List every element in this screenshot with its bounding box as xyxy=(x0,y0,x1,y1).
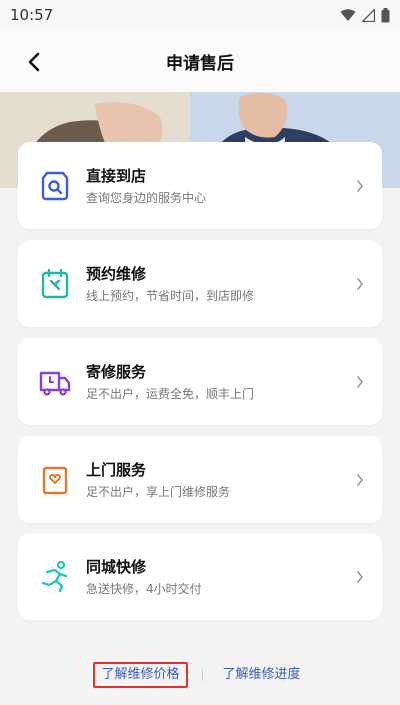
service-card-mail-in[interactable]: 寄修服务 足不出户，运费全免，顺丰上门 xyxy=(18,338,382,425)
card-title: 同城快修 xyxy=(86,557,147,576)
wifi-icon xyxy=(340,8,356,21)
card-title: 寄修服务 xyxy=(86,362,147,381)
running-courier-icon xyxy=(38,560,72,594)
home-service-icon xyxy=(38,463,72,497)
status-icons xyxy=(340,7,390,23)
status-time: 10:57 xyxy=(10,6,54,24)
chevron-right-icon xyxy=(354,473,366,486)
battery-icon xyxy=(381,7,390,22)
calendar-wrench-icon xyxy=(38,267,72,301)
chevron-right-icon xyxy=(354,277,366,290)
chevron-right-icon xyxy=(354,375,366,388)
repair-price-link[interactable]: 了解维修价格 xyxy=(93,662,188,688)
back-arrow-icon xyxy=(28,52,40,72)
card-text: 同城快修 急送快修，4小时交付 xyxy=(86,557,354,597)
page-title: 申请售后 xyxy=(166,53,234,74)
card-title: 预约维修 xyxy=(86,264,147,283)
store-search-icon xyxy=(38,169,72,203)
signal-icon xyxy=(362,8,375,22)
card-title: 直接到店 xyxy=(86,166,147,185)
chevron-right-icon xyxy=(354,179,366,192)
back-button[interactable] xyxy=(20,48,48,76)
card-subtitle: 急送快修，4小时交付 xyxy=(86,581,202,596)
footer-divider xyxy=(201,669,203,681)
service-card-home-service[interactable]: 上门服务 足不出户，享上门维修服务 xyxy=(18,436,382,523)
service-card-express-repair[interactable]: 同城快修 急送快修，4小时交付 xyxy=(18,533,382,620)
delivery-truck-icon xyxy=(38,365,72,399)
card-text: 直接到店 查询您身边的服务中心 xyxy=(86,166,354,206)
card-title: 上门服务 xyxy=(86,460,147,479)
service-card-appointment[interactable]: 预约维修 线上预约，节省时间，到店即修 xyxy=(18,240,382,327)
card-text: 预约维修 线上预约，节省时间，到店即修 xyxy=(86,264,354,304)
status-bar: 10:57 xyxy=(0,0,400,30)
header: 申请售后 xyxy=(0,30,400,92)
card-subtitle: 足不出户，享上门维修服务 xyxy=(86,484,231,499)
card-subtitle: 查询您身边的服务中心 xyxy=(86,190,207,205)
footer-links: 了解维修价格 了解维修进度 xyxy=(0,660,400,690)
service-card-direct-store[interactable]: 直接到店 查询您身边的服务中心 xyxy=(18,142,382,229)
card-text: 寄修服务 足不出户，运费全免，顺丰上门 xyxy=(86,362,354,402)
repair-progress-link[interactable]: 了解维修进度 xyxy=(217,664,307,686)
chevron-right-icon xyxy=(354,570,366,583)
card-subtitle: 线上预约，节省时间，到店即修 xyxy=(86,288,255,303)
card-subtitle: 足不出户，运费全免，顺丰上门 xyxy=(86,386,255,401)
card-text: 上门服务 足不出户，享上门维修服务 xyxy=(86,460,354,500)
